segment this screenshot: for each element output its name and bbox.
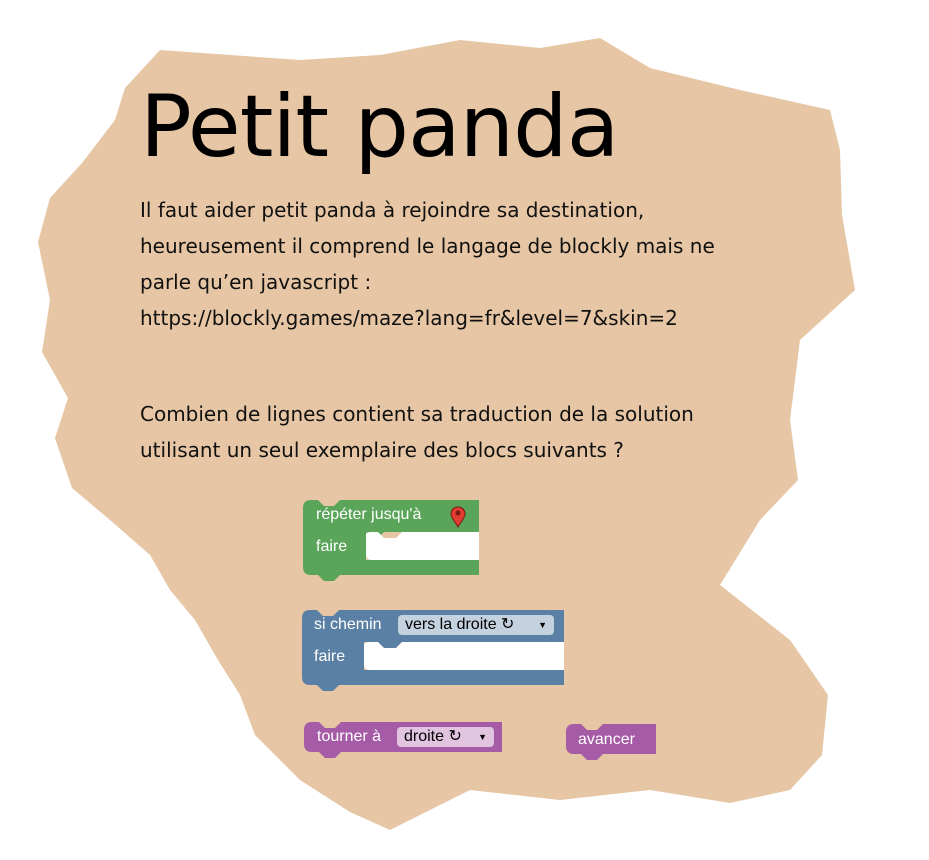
chevron-down-icon: ▼ [538, 620, 547, 630]
turn-direction-dropdown[interactable]: droite ↻ ▼ [397, 727, 494, 747]
chevron-down-icon: ▼ [478, 732, 487, 742]
turn-label: tourner à [317, 728, 382, 745]
repeat-until-slot [366, 532, 479, 560]
repeat-until-label: répéter jusqu'à [316, 506, 422, 523]
direction-dropdown-value: vers la droite ↻ [405, 616, 515, 633]
move-label: avancer [578, 731, 635, 748]
turn-direction-dropdown-value: droite ↻ [404, 728, 462, 745]
if-path-label: si chemin [314, 616, 382, 633]
if-do-label: faire [314, 648, 346, 665]
direction-dropdown[interactable]: vers la droite ↻ ▼ [398, 615, 554, 635]
repeat-do-label: faire [316, 538, 348, 555]
